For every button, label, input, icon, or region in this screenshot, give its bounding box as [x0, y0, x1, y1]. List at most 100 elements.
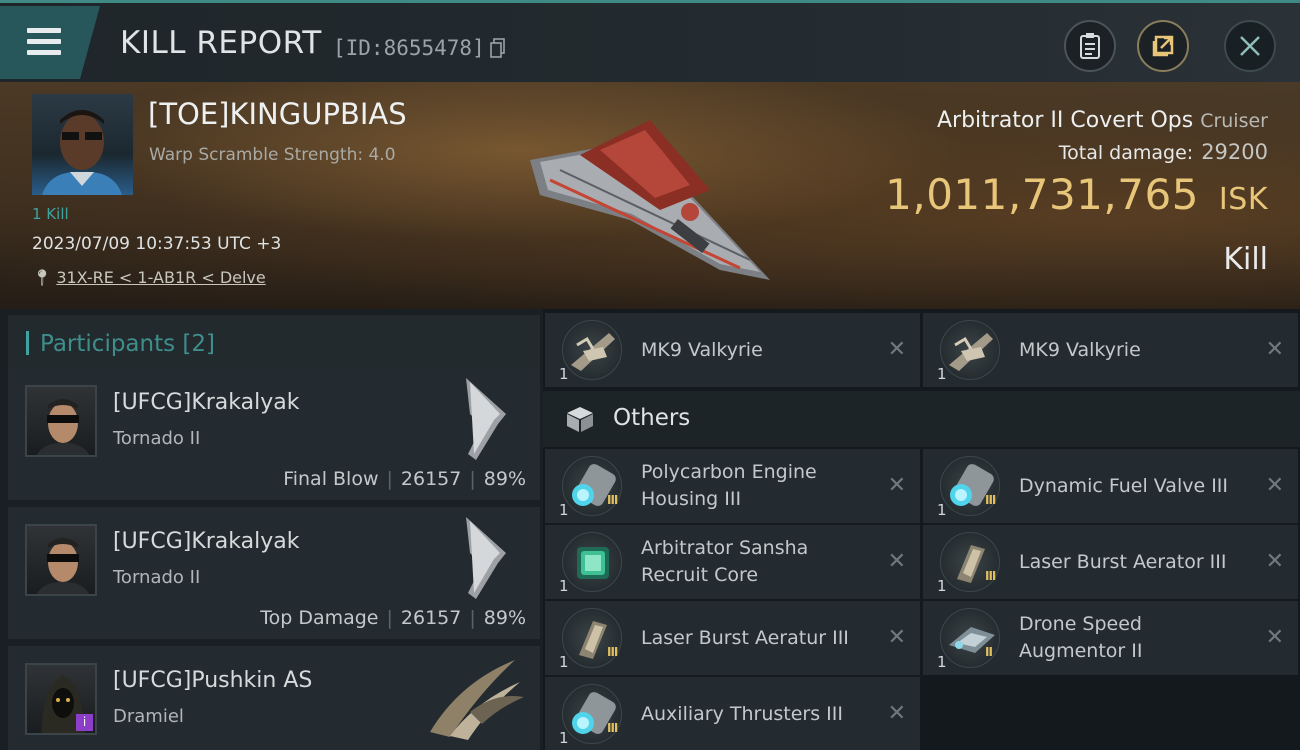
item-name: Dynamic Fuel Valve III	[1019, 474, 1228, 497]
victim-banner: [TOE]KINGUPBIAS Warp Scramble Strength: …	[0, 82, 1300, 309]
items-panel: 1 MK9 Valkyrie ✕ 1 MK9 Valkyrie ✕ Others…	[543, 309, 1300, 750]
item-name: MK9 Valkyrie	[1019, 338, 1141, 361]
info-icon[interactable]: i	[76, 714, 93, 731]
others-section-header: Others	[543, 391, 1300, 447]
participant-percent: 89%	[483, 468, 526, 490]
item-name: Polycarbon Engine Housing III	[641, 461, 817, 510]
total-damage-value: 29200	[1201, 140, 1268, 164]
result-label: Kill	[1223, 242, 1268, 277]
item-row[interactable]: 1 III Laser Burst Aeratur III ✕	[545, 601, 920, 675]
participant-avatar[interactable]	[25, 524, 97, 596]
isk-amount: 1,011,731,765	[885, 170, 1199, 219]
core-module-icon	[562, 532, 622, 592]
tech-level-badge: III	[607, 493, 618, 507]
participant-name[interactable]: [UFCG]Pushkin AS	[113, 668, 312, 693]
victim-ship-image[interactable]	[520, 100, 780, 290]
destroyed-icon: ✕	[1265, 337, 1284, 362]
clipboard-button[interactable]	[1064, 20, 1116, 72]
others-title: Others	[613, 405, 691, 431]
destroyed-icon: ✕	[887, 473, 906, 498]
item-row[interactable]: 1 III Laser Burst Aerator III ✕	[923, 525, 1298, 599]
item-row[interactable]: 1 III Auxiliary Thrusters III ✕	[545, 677, 920, 750]
destroyed-icon: ✕	[887, 701, 906, 726]
participant-label: Final Blow	[283, 468, 379, 490]
participant-damage: 26157	[400, 607, 462, 629]
victim-ship[interactable]: Arbitrator II Covert Ops Cruiser	[937, 108, 1268, 133]
participant-avatar[interactable]: i	[25, 663, 97, 735]
item-name: MK9 Valkyrie	[641, 338, 763, 361]
thruster-icon	[562, 684, 622, 744]
item-quantity: 1	[559, 729, 569, 747]
destroyed-icon: ✕	[887, 549, 906, 574]
participants-header: Participants [2]	[8, 315, 540, 371]
clipboard-icon	[1080, 33, 1100, 59]
menu-button[interactable]	[0, 6, 100, 79]
drone-icon	[940, 320, 1000, 380]
participant-ship-image[interactable]	[420, 652, 530, 742]
item-row[interactable]: 1 MK9 Valkyrie ✕	[545, 313, 920, 387]
item-row[interactable]: 1 Arbitrator Sansha Recruit Core ✕	[545, 525, 920, 599]
cube-icon	[567, 407, 593, 432]
participant-name[interactable]: [UFCG]Krakalyak	[113, 390, 299, 415]
kill-location[interactable]: 📍︎ 31X-RE < 1-AB1R < Delve	[32, 268, 266, 287]
participant-ship-image[interactable]	[448, 513, 518, 603]
participant-row[interactable]: [UFCG]Krakalyak Tornado II Top Damage | 26…	[8, 507, 540, 639]
tech-level-badge: III	[607, 645, 618, 659]
item-quantity: 1	[559, 653, 569, 671]
victim-portrait[interactable]	[32, 94, 133, 195]
item-name: Laser Burst Aerator III	[1019, 550, 1227, 573]
hamburger-icon	[27, 28, 61, 61]
report-id: [ID:8655478]	[333, 36, 485, 60]
tech-level-badge: III	[985, 493, 996, 507]
item-quantity: 1	[937, 653, 947, 671]
tech-level-badge: III	[985, 569, 996, 583]
participant-row[interactable]: [UFCG]Krakalyak Tornado II Final Blow | 26…	[8, 368, 540, 500]
total-damage-label: Total damage:	[1058, 142, 1194, 164]
drone-icon	[562, 320, 622, 380]
item-quantity: 1	[937, 365, 947, 383]
item-row[interactable]: 1 MK9 Valkyrie ✕	[923, 313, 1298, 387]
kill-datetime: 2023/07/09 10:37:53 UTC +3	[32, 234, 282, 254]
victim-ship-class: Cruiser	[1200, 110, 1268, 132]
item-quantity: 1	[559, 365, 569, 383]
participant-ship: Tornado II	[113, 567, 201, 588]
export-icon	[1152, 35, 1174, 57]
tech-level-badge: II	[985, 645, 993, 659]
participant-damage: 26157	[400, 468, 462, 490]
location-pin-icon: 📍︎	[32, 268, 53, 287]
participant-stats: Final Blow | 26157 | 89%	[283, 468, 526, 490]
participant-ship: Tornado II	[113, 428, 201, 449]
participant-percent: 89%	[483, 607, 526, 629]
drone-rig-icon	[940, 608, 1000, 668]
destroyed-icon: ✕	[1265, 473, 1284, 498]
engine-module-icon	[562, 456, 622, 516]
kill-count: 1 Kill	[32, 205, 69, 223]
page-title: KILL REPORT	[120, 25, 322, 61]
warp-scramble-strength: Warp Scramble Strength: 4.0	[149, 145, 396, 165]
location-link[interactable]: 31X-RE < 1-AB1R < Delve	[56, 268, 265, 287]
isk-unit: ISK	[1218, 182, 1268, 217]
destroyed-icon: ✕	[1265, 549, 1284, 574]
participant-stats: Top Damage | 26157 | 89%	[260, 607, 526, 629]
item-row[interactable]: 1 III Dynamic Fuel Valve III ✕	[923, 449, 1298, 523]
participant-row[interactable]: i [UFCG]Pushkin AS Dramiel	[8, 646, 540, 750]
item-name: Arbitrator Sansha Recruit Core	[641, 537, 809, 586]
victim-name[interactable]: [TOE]KINGUPBIAS	[148, 97, 407, 131]
laser-rig-icon	[562, 608, 622, 668]
tech-level-badge: III	[607, 721, 618, 735]
participant-avatar[interactable]	[25, 385, 97, 457]
export-button[interactable]	[1137, 20, 1189, 72]
copy-icon[interactable]	[490, 38, 506, 58]
close-icon	[1240, 36, 1260, 56]
destroyed-icon: ✕	[1265, 625, 1284, 650]
item-row[interactable]: 1 III Polycarbon Engine Housing III ✕	[545, 449, 920, 523]
item-quantity: 1	[937, 577, 947, 595]
item-name: Drone Speed Augmentor II	[1019, 613, 1143, 662]
item-row[interactable]: 1 II Drone Speed Augmentor II ✕	[923, 601, 1298, 675]
item-name: Auxiliary Thrusters III	[641, 702, 843, 725]
participant-ship-image[interactable]	[448, 374, 518, 464]
laser-rig-icon	[940, 532, 1000, 592]
participant-name[interactable]: [UFCG]Krakalyak	[113, 529, 299, 554]
close-button[interactable]	[1224, 20, 1276, 72]
total-damage: Total damage: 29200	[1059, 140, 1268, 164]
